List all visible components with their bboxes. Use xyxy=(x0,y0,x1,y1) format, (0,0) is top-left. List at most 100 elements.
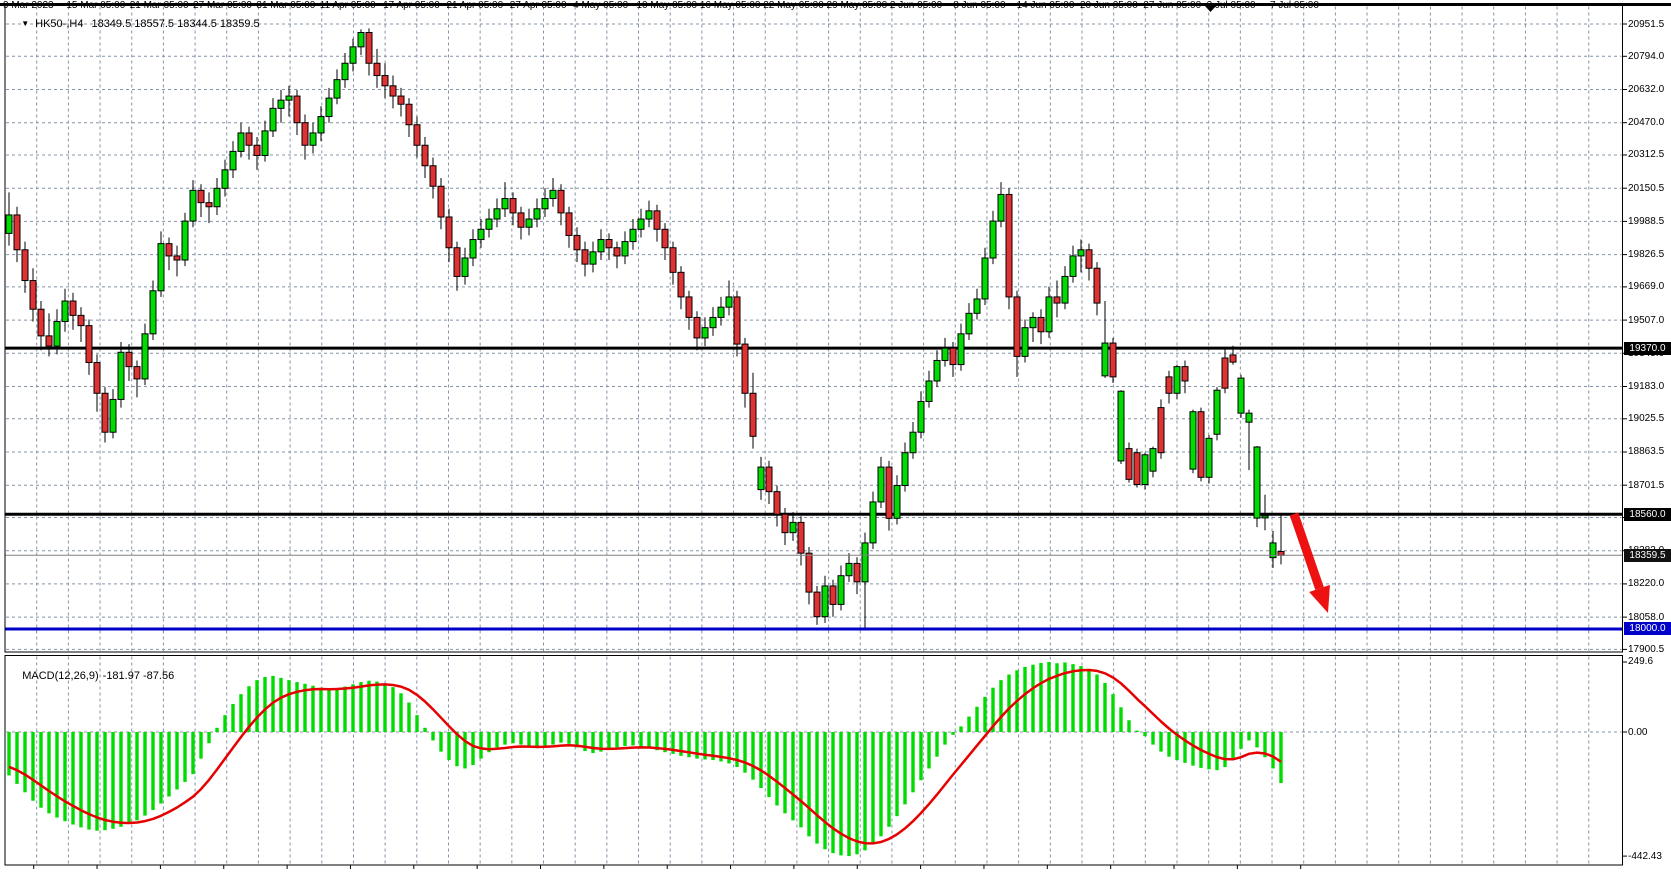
candle xyxy=(14,207,20,262)
macd-bar xyxy=(31,732,34,801)
macd-bar xyxy=(559,732,562,743)
price-axis-label: 20632.0 xyxy=(1628,84,1664,95)
candle xyxy=(1278,514,1284,565)
macd-bar xyxy=(591,732,594,753)
candle xyxy=(774,486,780,527)
candle xyxy=(598,229,604,260)
macd-bar xyxy=(119,732,122,827)
price-axis-label: 18220.0 xyxy=(1628,578,1664,589)
candle xyxy=(326,88,332,123)
candle xyxy=(286,86,292,117)
macd-bar xyxy=(783,732,786,813)
candle xyxy=(198,184,204,217)
macd-bar xyxy=(279,678,282,732)
candle xyxy=(182,213,188,266)
macd-bar xyxy=(455,732,458,766)
candle xyxy=(1254,446,1260,527)
macd-bar xyxy=(1055,663,1058,732)
macd-bar xyxy=(1023,667,1026,732)
candle xyxy=(1126,442,1132,482)
macd-bar xyxy=(1039,663,1042,732)
candle xyxy=(678,266,684,309)
macd-bar xyxy=(639,732,642,747)
candle xyxy=(830,580,836,617)
macd-bar xyxy=(623,732,626,746)
hlines-layer xyxy=(5,348,1623,629)
candle xyxy=(62,289,68,332)
candle xyxy=(686,291,692,330)
candle xyxy=(790,512,796,541)
candle xyxy=(886,461,892,531)
macd-bar xyxy=(359,682,362,732)
macd-bar xyxy=(319,688,322,732)
time-axis-label: 29 May 05:00 xyxy=(827,0,888,11)
candle xyxy=(102,387,108,442)
macd-bar xyxy=(647,732,650,748)
candle xyxy=(350,39,356,72)
macd-bar xyxy=(263,677,266,732)
macd-bar xyxy=(1231,732,1234,760)
macd-bar xyxy=(431,732,434,740)
time-axis-label: 3 Jul 05:00 xyxy=(1207,0,1256,11)
time-axis-label: 22 May 05:00 xyxy=(763,0,824,11)
candle xyxy=(614,242,620,269)
macd-bar xyxy=(511,732,514,743)
candle xyxy=(38,301,44,350)
macd-bar xyxy=(519,732,522,745)
candle xyxy=(934,350,940,387)
candle xyxy=(1038,309,1044,344)
candle xyxy=(566,207,572,248)
candle xyxy=(990,211,996,264)
candle xyxy=(702,317,708,346)
price-tag: 18359.5 xyxy=(1624,549,1671,562)
macd-name: MACD(12,26,9) xyxy=(22,670,98,682)
candle xyxy=(502,182,508,217)
price-axis-label: 20150.5 xyxy=(1628,183,1664,194)
candle xyxy=(206,192,212,223)
price-axis-label: 19826.5 xyxy=(1628,249,1664,260)
macd-bar xyxy=(39,732,42,808)
macd-bar xyxy=(983,697,986,732)
macd-bar xyxy=(1247,732,1250,740)
candle xyxy=(1238,375,1244,418)
time-axis-label: 10 May 05:00 xyxy=(637,0,698,11)
price-axis-label: 17900.5 xyxy=(1628,644,1664,655)
price-axis-label: 20951.5 xyxy=(1628,19,1664,30)
macd-bar xyxy=(975,707,978,732)
candle xyxy=(750,373,756,449)
macd-bar xyxy=(911,732,914,792)
chart-canvas[interactable] xyxy=(0,0,1671,889)
candle xyxy=(1110,338,1116,383)
macd-bar xyxy=(1167,732,1170,757)
time-axis-label: 11 Apr 05:00 xyxy=(320,0,376,11)
candle xyxy=(1006,188,1012,309)
macd-bar xyxy=(55,732,58,818)
candle xyxy=(862,533,868,628)
macd-bar xyxy=(1207,732,1210,769)
candle xyxy=(174,246,180,277)
candle xyxy=(1262,495,1268,530)
macd-bar xyxy=(839,732,842,855)
candle xyxy=(254,137,260,170)
candle xyxy=(1086,244,1092,281)
candle xyxy=(814,586,820,625)
macd-indicator-label: MACD(12,26,9)-181.97 -87.56 xyxy=(10,658,174,694)
trend-arrow-head xyxy=(1309,585,1330,613)
candle xyxy=(854,557,860,594)
price-axis-label: 18058.0 xyxy=(1628,612,1664,623)
price-axis-label: 20470.0 xyxy=(1628,117,1664,128)
candle xyxy=(1158,399,1164,458)
macd-bar xyxy=(767,732,770,797)
macd-bar xyxy=(823,732,826,849)
candle xyxy=(510,192,516,225)
time-axis-label: 27 Apr 05:00 xyxy=(510,0,567,11)
trading-chart-window: ▼HK50-,H418349.5 18557.5 18344.5 18359.5… xyxy=(0,0,1671,889)
candle xyxy=(1118,390,1124,464)
candle xyxy=(142,324,148,385)
symbol-dropdown-icon[interactable]: ▼ xyxy=(21,19,29,28)
macd-bar xyxy=(167,732,170,797)
candle xyxy=(1030,312,1036,342)
candle xyxy=(1270,531,1276,568)
macd-bar xyxy=(79,732,82,827)
trend-arrow-shaft xyxy=(1294,514,1320,588)
